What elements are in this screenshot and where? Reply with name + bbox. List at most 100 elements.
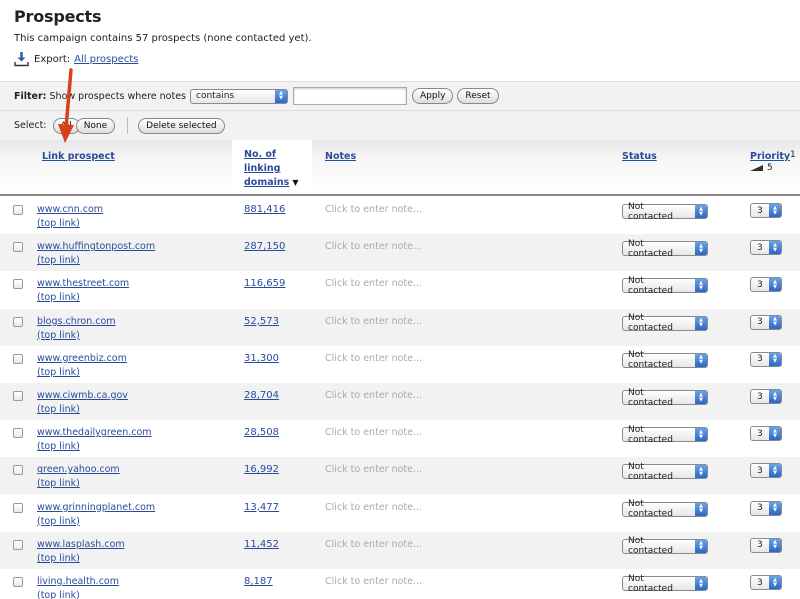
column-link-prospect[interactable]: Link prospect bbox=[42, 150, 115, 164]
row-checkbox[interactable] bbox=[13, 353, 23, 364]
status-select[interactable]: Not contacted ▲ ▼ bbox=[622, 276, 708, 296]
status-select[interactable]: Not contacted ▲ ▼ bbox=[622, 536, 708, 556]
prospect-link[interactable]: www.ciwmb.ca.gov bbox=[37, 390, 128, 401]
prospect-link[interactable]: www.cnn.com bbox=[37, 204, 103, 215]
priority-value: 3 bbox=[757, 242, 763, 253]
download-icon[interactable] bbox=[14, 51, 29, 67]
linking-domains-count[interactable]: 13,477 bbox=[244, 502, 279, 513]
priority-select[interactable]: 3 ▲ ▼ bbox=[750, 203, 782, 218]
prospect-link[interactable]: www.greenbiz.com bbox=[37, 353, 127, 364]
top-link[interactable]: (top link) bbox=[37, 441, 80, 452]
status-select[interactable]: Not contacted ▲ ▼ bbox=[622, 388, 708, 408]
table-header: Link prospect No. of linking domains ▼ No… bbox=[0, 140, 800, 196]
note-field[interactable]: Click to enter note... bbox=[325, 539, 422, 550]
linking-domains-count[interactable]: 31,300 bbox=[244, 353, 279, 364]
column-linking-domains[interactable]: No. of linking domains ▼ bbox=[232, 140, 312, 194]
column-priority[interactable]: Priority bbox=[750, 150, 790, 164]
note-field[interactable]: Click to enter note... bbox=[325, 502, 422, 513]
top-link[interactable]: (top link) bbox=[37, 553, 80, 564]
note-field[interactable]: Click to enter note... bbox=[325, 204, 422, 215]
priority-select[interactable]: 3 ▲ ▼ bbox=[750, 500, 782, 516]
status-select[interactable]: Not contacted ▲ ▼ bbox=[622, 313, 708, 333]
note-field[interactable]: Click to enter note... bbox=[325, 390, 422, 401]
note-field[interactable]: Click to enter note... bbox=[325, 576, 422, 587]
priority-value: 3 bbox=[757, 391, 763, 402]
note-field[interactable]: Click to enter note... bbox=[325, 316, 422, 327]
select-arrows-icon: ▲ ▼ bbox=[695, 577, 707, 590]
priority-select[interactable]: 3 ▲ ▼ bbox=[750, 537, 782, 553]
row-checkbox[interactable] bbox=[13, 205, 23, 215]
top-link[interactable]: (top link) bbox=[37, 590, 80, 599]
select-none-button[interactable]: None bbox=[75, 117, 116, 134]
column-notes[interactable]: Notes bbox=[325, 150, 356, 164]
filter-bar: Filter: Show prospects where notes conta… bbox=[0, 81, 800, 111]
priority-select[interactable]: 3 ▲ ▼ bbox=[750, 314, 782, 330]
prospect-link[interactable]: living.health.com bbox=[37, 576, 119, 587]
top-link[interactable]: (top link) bbox=[37, 367, 80, 378]
delete-selected-button[interactable]: Delete selected bbox=[138, 117, 225, 134]
priority-select[interactable]: 3 ▲ ▼ bbox=[750, 389, 782, 404]
linking-domains-count[interactable]: 28,704 bbox=[244, 390, 279, 401]
linking-domains-count[interactable]: 881,416 bbox=[244, 204, 285, 215]
top-link[interactable]: (top link) bbox=[37, 516, 80, 527]
status-select[interactable]: Not contacted ▲ ▼ bbox=[622, 239, 708, 259]
top-link[interactable]: (top link) bbox=[37, 292, 80, 303]
select-arrows-icon: ▲ ▼ bbox=[695, 242, 707, 256]
status-select[interactable]: Not contacted ▲ ▼ bbox=[622, 574, 708, 594]
status-select[interactable]: Not contacted ▲ ▼ bbox=[622, 350, 708, 370]
priority-select[interactable]: 3 ▲ ▼ bbox=[750, 351, 782, 367]
status-select[interactable]: Not contacted ▲ ▼ bbox=[622, 425, 708, 445]
status-select[interactable]: Not contacted ▲ ▼ bbox=[622, 499, 708, 519]
prospect-link[interactable]: www.thedailygreen.com bbox=[37, 427, 152, 438]
linking-domains-count[interactable]: 52,573 bbox=[244, 316, 279, 327]
row-checkbox[interactable] bbox=[13, 391, 23, 401]
row-checkbox[interactable] bbox=[13, 577, 23, 587]
status-select[interactable]: Not contacted ▲ ▼ bbox=[622, 462, 708, 482]
reset-button[interactable]: Reset bbox=[457, 88, 499, 104]
note-field[interactable]: Click to enter note... bbox=[325, 353, 422, 364]
linking-domains-count[interactable]: 11,452 bbox=[244, 539, 279, 550]
row-checkbox[interactable] bbox=[13, 316, 23, 327]
prospect-link[interactable]: green.yahoo.com bbox=[37, 464, 120, 475]
top-link[interactable]: (top link) bbox=[37, 330, 80, 341]
top-link[interactable]: (top link) bbox=[37, 404, 80, 415]
export-all-prospects-link[interactable]: All prospects bbox=[74, 54, 138, 65]
prospect-link[interactable]: www.grinningplanet.com bbox=[37, 502, 155, 513]
row-checkbox[interactable] bbox=[13, 465, 23, 476]
select-arrows-icon: ▲ ▼ bbox=[769, 427, 781, 441]
row-checkbox[interactable] bbox=[13, 502, 23, 513]
filter-value-input[interactable] bbox=[293, 87, 407, 105]
note-field[interactable]: Click to enter note... bbox=[325, 278, 422, 289]
row-checkbox[interactable] bbox=[13, 242, 23, 253]
status-select[interactable]: Not contacted ▲ ▼ bbox=[622, 202, 708, 222]
row-checkbox[interactable] bbox=[13, 279, 23, 290]
priority-value: 3 bbox=[757, 428, 763, 439]
table-row: living.health.com (top link) 8,187 Click to… bbox=[0, 569, 800, 599]
priority-select[interactable]: 3 ▲ ▼ bbox=[750, 463, 782, 479]
column-status[interactable]: Status bbox=[622, 150, 657, 164]
linking-domains-count[interactable]: 287,150 bbox=[244, 241, 285, 252]
priority-select[interactable]: 3 ▲ ▼ bbox=[750, 277, 782, 293]
priority-select[interactable]: 3 ▲ ▼ bbox=[750, 575, 782, 590]
prospect-link[interactable]: www.thestreet.com bbox=[37, 278, 129, 289]
linking-domains-count[interactable]: 28,508 bbox=[244, 427, 279, 438]
filter-operator-select[interactable]: contains ▲ ▼ bbox=[190, 88, 288, 104]
apply-button[interactable]: Apply bbox=[412, 88, 454, 104]
priority-select[interactable]: 3 ▲ ▼ bbox=[750, 240, 782, 256]
top-link[interactable]: (top link) bbox=[37, 255, 80, 266]
row-checkbox[interactable] bbox=[13, 428, 23, 439]
prospect-link[interactable]: www.huffingtonpost.com bbox=[37, 241, 155, 252]
row-checkbox[interactable] bbox=[13, 539, 23, 550]
prospect-link[interactable]: blogs.chron.com bbox=[37, 316, 116, 327]
linking-domains-count[interactable]: 8,187 bbox=[244, 576, 273, 587]
select-arrows-icon: ▲ ▼ bbox=[769, 241, 781, 255]
prospect-link[interactable]: www.lasplash.com bbox=[37, 539, 125, 550]
note-field[interactable]: Click to enter note... bbox=[325, 427, 422, 438]
priority-select[interactable]: 3 ▲ ▼ bbox=[750, 426, 782, 442]
note-field[interactable]: Click to enter note... bbox=[325, 241, 422, 252]
top-link[interactable]: (top link) bbox=[37, 218, 80, 229]
linking-domains-count[interactable]: 116,659 bbox=[244, 278, 285, 289]
top-link[interactable]: (top link) bbox=[37, 478, 80, 489]
linking-domains-count[interactable]: 16,992 bbox=[244, 464, 279, 475]
note-field[interactable]: Click to enter note... bbox=[325, 464, 422, 475]
